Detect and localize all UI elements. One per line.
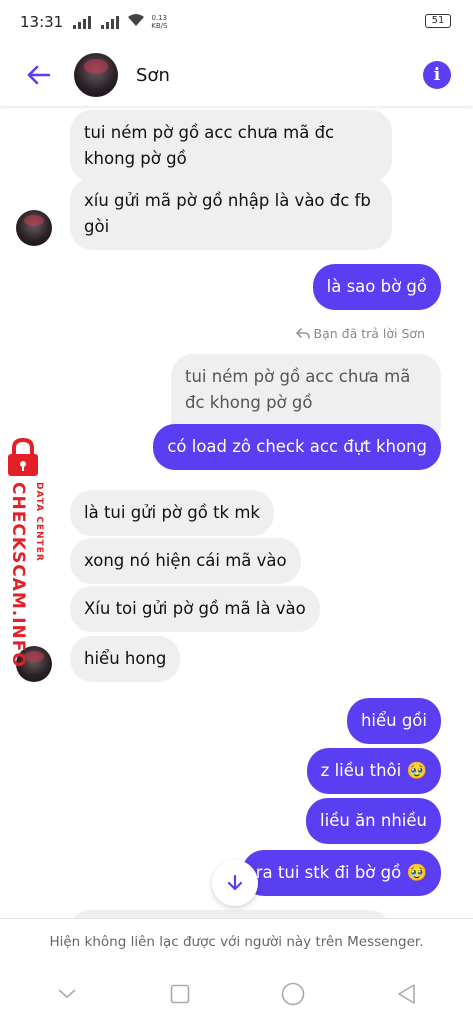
contact-avatar[interactable] [74,53,118,97]
system-nav-bar [0,964,473,1024]
chevron-down-icon [58,989,76,999]
message-bubble[interactable]: xong nó hiện cái mã vào [70,538,301,584]
reply-icon [295,328,310,339]
triangle-back-icon [398,984,416,1004]
nav-recents-button[interactable] [160,974,200,1014]
clock: 13:31 [20,13,64,31]
signal-icon-2 [101,15,120,29]
message-bubble[interactable]: là tui gửi pờ gồ tk mk [70,490,274,536]
message-bubble[interactable]: liều ăn nhiều [306,798,441,844]
message-bubble[interactable]: tui ném pờ gồ acc chưa mã đc khong pờ gồ [70,110,392,182]
back-button[interactable] [18,55,58,95]
watermark-subtext: DATA CENTER [34,482,44,562]
watermark: CHECKSCAM.INFO DATA CENTER [4,438,52,668]
contact-avatar-small [16,210,52,246]
message-bubble[interactable]: hiểu hong [70,636,181,682]
nav-home-button[interactable] [273,974,313,1014]
info-button[interactable]: i [423,61,451,89]
message-bubble[interactable]: có load zô check acc đựt khong [153,424,441,470]
conversation-header: Sơn i [0,44,473,106]
message-bubble[interactable]: Xíu toi gửi pờ gồ mã là vào [70,586,320,632]
back-arrow-icon [27,65,50,85]
wifi-icon [127,13,145,31]
message-bubble[interactable]: ra tui stk đi bờ gồ 🥹 [241,850,441,896]
message-list[interactable]: tui ném pờ gồ acc chưa mã đc khong pờ gồ… [0,106,473,918]
contact-name[interactable]: Sơn [136,65,170,86]
nav-back-button[interactable] [386,974,426,1014]
unavailable-notice: Hiện không liên lạc được với người này t… [0,918,473,964]
message-bubble-partial[interactable] [70,910,390,918]
arrow-down-icon [227,874,243,891]
message-bubble[interactable]: z liều thôi 🥹 [306,748,441,794]
message-bubble[interactable]: xíu gửi mã pờ gồ nhập là vào đc fb gòi [70,178,392,250]
circle-icon [281,982,305,1006]
scroll-to-bottom-button[interactable] [212,860,258,906]
square-icon [170,984,190,1004]
info-icon: i [433,65,441,85]
reply-indicator: Bạn đã trả lời Sơn [295,326,425,341]
nav-collapse-button[interactable] [47,974,87,1014]
reply-note-text: Bạn đã trả lời Sơn [313,326,425,341]
watermark-text: CHECKSCAM.INFO [8,482,28,668]
signal-icon [73,15,92,29]
message-bubble[interactable]: hiểu gồi [346,698,441,744]
message-bubble[interactable]: là sao bờ gồ [312,264,441,310]
status-bar: 13:31 0.13 KB/S 51 [0,0,473,44]
battery-icon: 51 [425,14,451,28]
net-speed: 0.13 KB/S [151,14,168,30]
lock-icon [8,438,38,476]
